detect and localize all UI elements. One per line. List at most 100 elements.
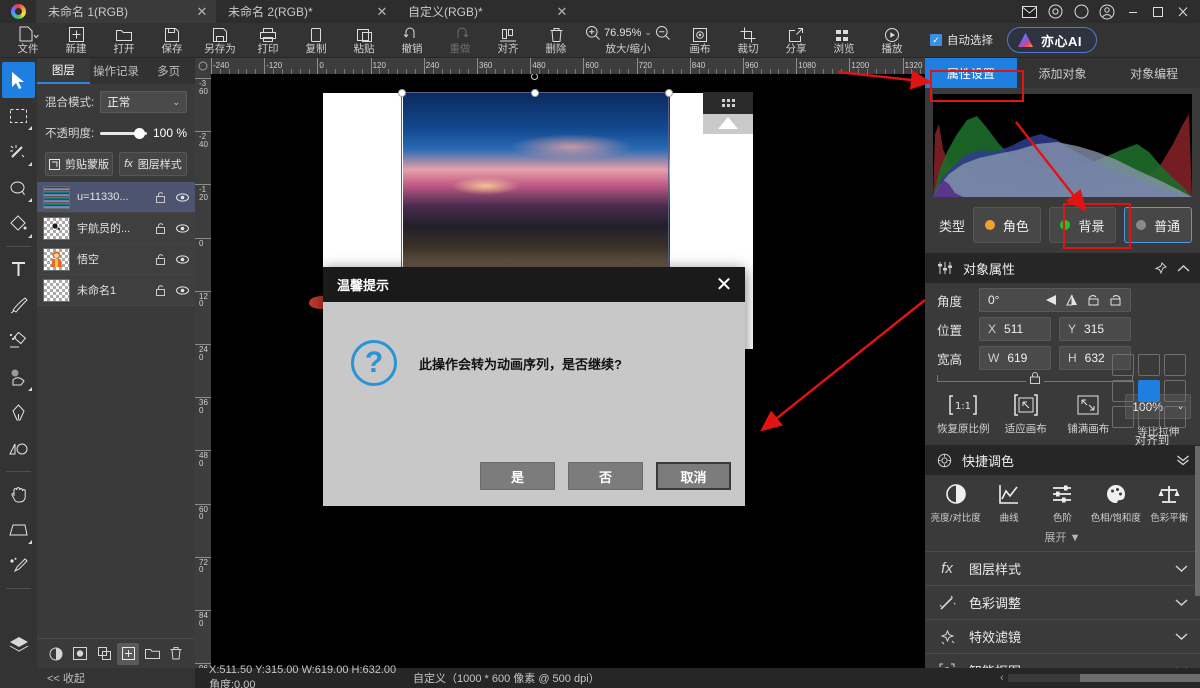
close-icon[interactable]: ✕	[554, 5, 570, 18]
toolbar-button-save-as[interactable]: 另存为	[196, 23, 244, 58]
position-x-field[interactable]: X 511	[979, 317, 1051, 341]
zoom-out-icon[interactable]	[655, 25, 671, 41]
size-width-field[interactable]: W 619	[979, 346, 1051, 370]
toolbar-button-open[interactable]: 打开	[100, 23, 148, 58]
compass-icon[interactable]	[1068, 0, 1094, 23]
unlock-icon[interactable]	[154, 285, 168, 296]
selection-handle-tc[interactable]	[531, 89, 539, 97]
close-icon[interactable]: ✕	[194, 5, 210, 18]
tab-history[interactable]: 操作记录	[90, 58, 143, 84]
flip-horizontal-icon[interactable]	[1044, 294, 1057, 306]
duplicate-layer-icon[interactable]	[93, 643, 115, 665]
properties-panel-scrollbar[interactable]	[1195, 446, 1200, 596]
fit-canvas-button[interactable]: 适应画布	[1000, 394, 1053, 436]
close-icon[interactable]: ✕	[374, 5, 390, 18]
opacity-slider[interactable]	[100, 126, 147, 140]
levels-button[interactable]: 色阶	[1036, 483, 1088, 524]
move-tool[interactable]	[2, 62, 35, 98]
layers-tool[interactable]	[2, 626, 35, 662]
hue-saturation-button[interactable]: 色相/饱和度	[1090, 483, 1142, 524]
color-balance-button[interactable]: 色彩平衡	[1143, 483, 1195, 524]
toolbar-button-undo[interactable]: 撤销	[388, 23, 436, 58]
quick-color-expand[interactable]: 展开 ▼	[925, 524, 1200, 551]
close-window-icon[interactable]	[1170, 0, 1196, 23]
layer-row-4[interactable]: 未命名1	[37, 275, 195, 306]
unlock-icon[interactable]	[154, 192, 168, 203]
chevron-double-down-icon[interactable]	[1176, 454, 1190, 466]
minimize-icon[interactable]	[1120, 0, 1146, 23]
eraser-tool[interactable]	[2, 323, 35, 359]
lock-icon[interactable]	[1030, 372, 1040, 384]
add-layer-icon[interactable]	[117, 643, 139, 665]
hand-tool[interactable]	[2, 476, 35, 512]
align-cell-8[interactable]	[1164, 406, 1186, 428]
shape-tool[interactable]	[2, 431, 35, 467]
type-option-character[interactable]: 角色	[973, 207, 1041, 243]
brush-tool[interactable]	[2, 287, 35, 323]
align-cell-3[interactable]	[1112, 380, 1134, 402]
smudge-tool[interactable]	[2, 359, 35, 395]
layer-row-3[interactable]: 悟空	[37, 244, 195, 275]
layer-row-1[interactable]: u=11330...	[37, 182, 195, 213]
rotate-left-icon[interactable]	[1087, 294, 1100, 306]
rotate-right-icon[interactable]	[1109, 294, 1122, 306]
align-cell-5[interactable]	[1164, 380, 1186, 402]
maximize-icon[interactable]	[1146, 0, 1170, 23]
delete-layer-icon[interactable]	[165, 643, 187, 665]
text-tool[interactable]	[2, 251, 35, 287]
eye-icon[interactable]	[175, 193, 189, 202]
toolbar-button-canvas[interactable]: 画布	[676, 23, 724, 58]
toolbar-button-file[interactable]: 文件	[4, 23, 52, 58]
account-icon[interactable]	[1094, 0, 1120, 23]
confirm-dialog[interactable]: 温馨提示 ✕ ? 此操作会转为动画序列，是否继续? 是 否 取消	[323, 267, 745, 506]
marquee-select-tool[interactable]	[2, 98, 35, 134]
magic-wand-tool[interactable]	[2, 134, 35, 170]
eyedropper-tool[interactable]	[2, 548, 35, 584]
status-scrollbar[interactable]: ‹	[1000, 674, 1200, 682]
document-tab-2[interactable]: 未命名 2(RGB)* ✕	[216, 0, 396, 23]
brightness-contrast-button[interactable]: 亮度/对比度	[930, 483, 982, 524]
blend-mode-select[interactable]: 正常 ⌄	[100, 91, 187, 113]
align-cell-1[interactable]	[1138, 354, 1160, 376]
chevron-left-icon[interactable]: ‹	[1000, 672, 1004, 684]
pen-tool[interactable]	[2, 395, 35, 431]
quick-color-header[interactable]: 快捷调色	[925, 445, 1200, 475]
chevron-down-icon[interactable]: ⌄	[644, 27, 652, 38]
ai-assistant-button[interactable]: 亦心AI	[1007, 27, 1097, 53]
curves-button[interactable]: 曲线	[983, 483, 1035, 524]
zoom-value[interactable]: 76.95%	[604, 27, 641, 39]
toolbar-button-play[interactable]: 播放	[868, 23, 916, 58]
dialog-yes-button[interactable]: 是	[480, 462, 555, 490]
eye-icon[interactable]	[175, 224, 189, 233]
scrollbar-track[interactable]	[1008, 674, 1200, 682]
toolbar-button-browse[interactable]: 浏览	[820, 23, 868, 58]
pin-icon[interactable]	[1154, 262, 1167, 275]
adjustment-layer-icon[interactable]	[45, 643, 67, 665]
align-cell-0[interactable]	[1112, 354, 1134, 376]
toolbar-button-crop[interactable]: 裁切	[724, 23, 772, 58]
unlock-icon[interactable]	[154, 254, 168, 265]
dialog-cancel-button[interactable]: 取消	[656, 462, 731, 490]
toolbar-button-copy[interactable]: 复制	[292, 23, 340, 58]
toolbar-button-align[interactable]: 对齐	[484, 23, 532, 58]
mask-icon[interactable]	[69, 643, 91, 665]
chevron-up-icon[interactable]	[1177, 264, 1190, 273]
tab-add-object[interactable]: 添加对象	[1017, 58, 1109, 88]
toolbar-button-save[interactable]: 保存	[148, 23, 196, 58]
align-cell-4[interactable]	[1138, 380, 1160, 402]
angle-field[interactable]: 0°	[979, 288, 1131, 312]
reset-ratio-button[interactable]: 1:1 恢复原比例	[937, 394, 990, 436]
vertical-ruler[interactable]: -360-240-1200120240360480600720840960	[195, 74, 211, 672]
dialog-no-button[interactable]: 否	[568, 462, 643, 490]
section-layer-style[interactable]: fx 图层样式	[925, 551, 1200, 585]
paint-bucket-tool[interactable]	[2, 206, 35, 242]
panel-collapse-button[interactable]: << 收起	[37, 668, 195, 688]
layer-row-2[interactable]: 宇航员的...	[37, 213, 195, 244]
toolbar-button-share[interactable]: 分享	[772, 23, 820, 58]
clipping-mask-button[interactable]: 剪贴蒙版	[45, 152, 113, 176]
chevron-down-icon[interactable]	[1175, 632, 1188, 641]
mail-icon[interactable]	[1016, 0, 1042, 23]
type-option-normal[interactable]: 普通	[1124, 207, 1192, 243]
toolbar-button-print[interactable]: 打印	[244, 23, 292, 58]
perspective-tool[interactable]	[2, 512, 35, 548]
